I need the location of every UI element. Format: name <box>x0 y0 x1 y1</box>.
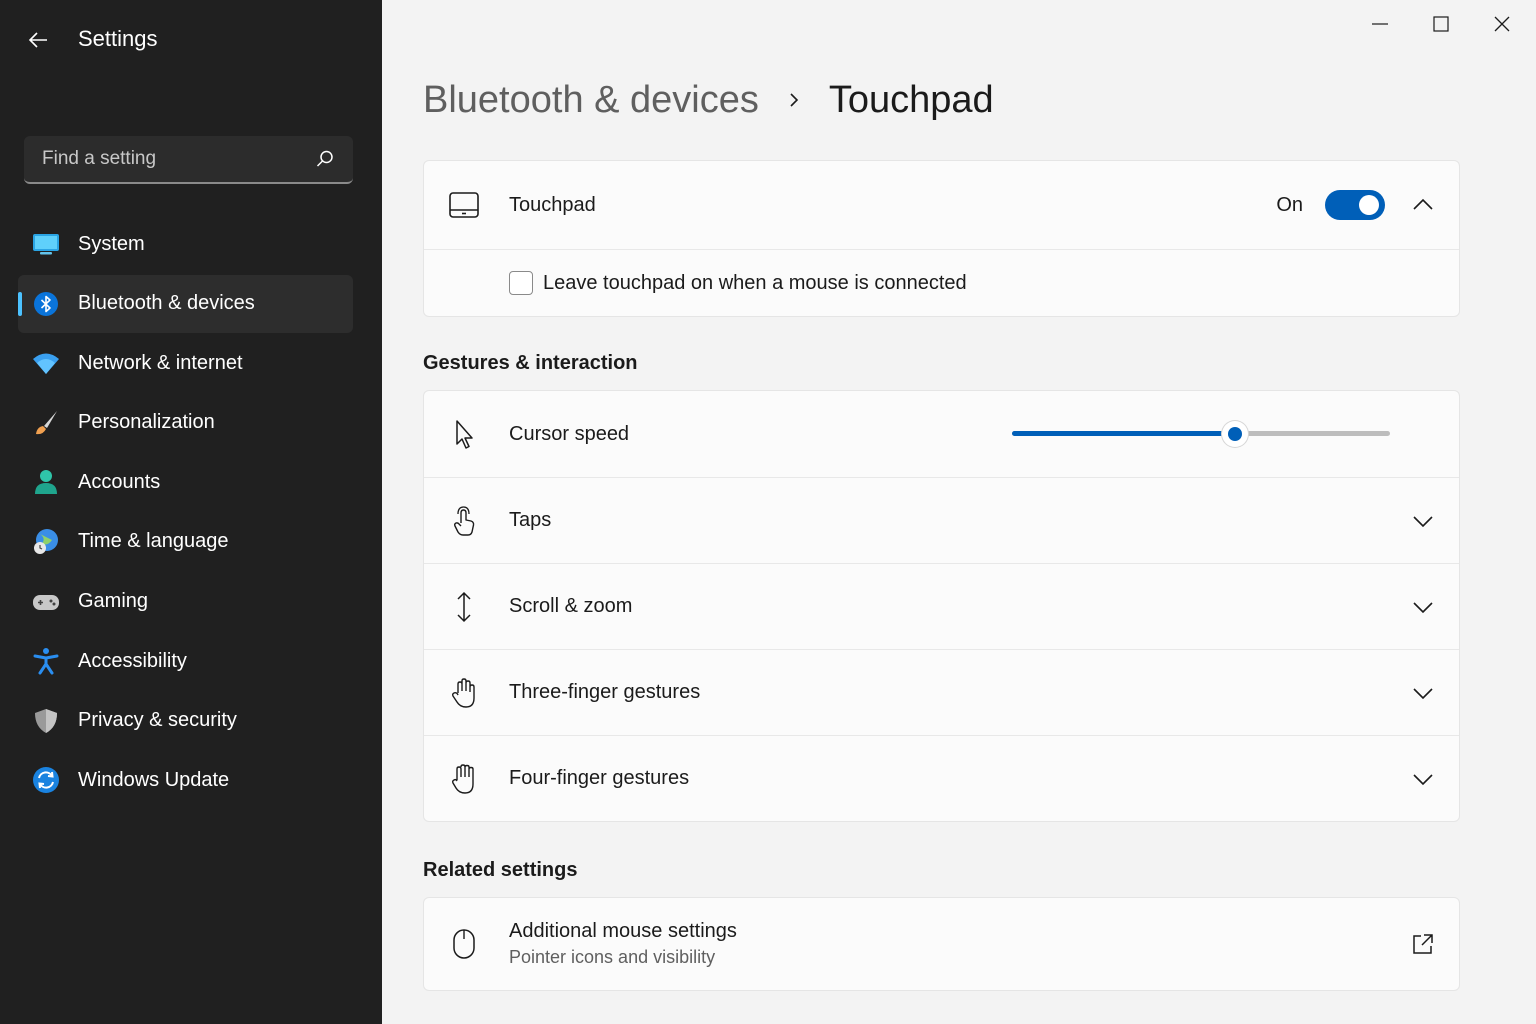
minimize-icon <box>1372 23 1388 25</box>
cursor-speed-label: Cursor speed <box>509 422 630 445</box>
chevron-down-icon[interactable] <box>1411 767 1435 791</box>
maximize-button[interactable] <box>1410 0 1472 48</box>
sidebar-item-label: Time & language <box>78 530 229 553</box>
touchpad-label: Touchpad <box>509 193 596 216</box>
sidebar-nav: System Bluetooth & devices Network & int… <box>18 215 353 811</box>
person-icon <box>35 470 57 495</box>
touchpad-row[interactable]: Touchpad On <box>424 161 1459 249</box>
sidebar-item-label: Accessibility <box>78 649 187 672</box>
wifi-icon <box>33 353 59 375</box>
back-arrow-icon <box>28 32 47 48</box>
brush-icon <box>36 410 57 434</box>
sidebar-item-label: System <box>78 232 145 255</box>
chevron-right-icon <box>790 93 799 107</box>
app-title: Settings <box>78 26 158 51</box>
cursor-speed-row: Cursor speed <box>424 391 1459 477</box>
sidebar-item-label: Windows Update <box>78 768 230 791</box>
chevron-up-icon[interactable] <box>1411 193 1435 217</box>
chevron-down-icon[interactable] <box>1411 509 1435 533</box>
accessibility-icon <box>33 648 59 675</box>
close-button[interactable] <box>1471 0 1533 48</box>
mouse-icon <box>448 928 480 960</box>
sidebar-item-bluetooth-devices[interactable]: Bluetooth & devices <box>18 274 353 333</box>
tap-icon <box>448 505 480 537</box>
leave-touchpad-on-row: Leave touchpad on when a mouse is connec… <box>424 249 1459 316</box>
sidebar-item-label: Personalization <box>78 411 215 434</box>
additional-mouse-settings-row[interactable]: Additional mouse settings Pointer icons … <box>424 898 1459 990</box>
breadcrumb-parent[interactable]: Bluetooth & devices <box>423 79 759 122</box>
globe-clock-icon <box>34 528 58 554</box>
touchpad-card: Touchpad On Leave touchpad on when a mou… <box>423 160 1460 317</box>
sidebar-item-label: Bluetooth & devices <box>78 292 255 315</box>
taps-label: Taps <box>509 509 552 531</box>
sidebar-item-system[interactable]: System <box>18 215 353 273</box>
sidebar-item-accessibility[interactable]: Accessibility <box>18 632 353 690</box>
bluetooth-icon <box>34 291 58 316</box>
sidebar-item-gaming[interactable]: Gaming <box>18 573 353 631</box>
additional-mouse-settings-text: Additional mouse settings Pointer icons … <box>509 920 737 968</box>
sidebar-item-privacy-security[interactable]: Privacy & security <box>18 692 353 750</box>
three-finger-gestures-row[interactable]: Three-finger gestures <box>424 649 1459 735</box>
sidebar-item-label: Gaming <box>78 590 149 613</box>
page-title: Touchpad <box>828 78 994 121</box>
three-finger-icon <box>448 677 480 709</box>
system-icon <box>33 234 59 255</box>
slider-thumb[interactable] <box>1222 421 1249 447</box>
additional-mouse-settings-label: Additional mouse settings <box>509 920 737 942</box>
gestures-heading: Gestures & interaction <box>423 352 638 374</box>
sidebar-item-label: Privacy & security <box>78 709 237 732</box>
scroll-zoom-label: Scroll & zoom <box>509 595 633 617</box>
shield-icon <box>35 708 57 733</box>
cursor-speed-slider[interactable] <box>1012 421 1390 447</box>
four-finger-gestures-label: Four-finger gestures <box>509 767 690 789</box>
four-finger-icon <box>448 763 480 795</box>
external-link-icon[interactable] <box>1411 932 1435 956</box>
maximize-icon <box>1433 16 1449 32</box>
related-settings-heading: Related settings <box>423 859 578 881</box>
three-finger-gestures-label: Three-finger gestures <box>509 681 701 703</box>
cursor-icon <box>448 418 480 450</box>
sidebar-item-windows-update[interactable]: Windows Update <box>18 751 353 809</box>
sidebar-item-network[interactable]: Network & internet <box>18 334 353 392</box>
toggle-knob <box>1359 195 1379 215</box>
leave-touchpad-on-label[interactable]: Leave touchpad on when a mouse is connec… <box>543 272 967 295</box>
breadcrumb: Bluetooth & devices Touchpad <box>423 76 994 124</box>
sidebar-item-label: Network & internet <box>78 351 243 374</box>
chevron-down-icon[interactable] <box>1411 681 1435 705</box>
update-icon <box>33 767 59 794</box>
minimize-button[interactable] <box>1349 0 1411 48</box>
sidebar: Settings System Bluetooth & devices <box>0 0 382 1024</box>
gestures-card: Cursor speed Taps Scroll & zoom Three-fi… <box>423 390 1460 822</box>
taps-row[interactable]: Taps <box>424 477 1459 563</box>
sidebar-item-label: Accounts <box>78 470 161 493</box>
search-icon[interactable] <box>315 149 335 169</box>
sidebar-item-personalization[interactable]: Personalization <box>18 394 353 452</box>
chevron-down-icon[interactable] <box>1411 595 1435 619</box>
related-settings-card: Additional mouse settings Pointer icons … <box>423 897 1460 991</box>
touchpad-toggle[interactable] <box>1325 190 1385 220</box>
close-icon <box>1494 16 1510 32</box>
gamepad-icon <box>33 594 59 610</box>
additional-mouse-settings-description: Pointer icons and visibility <box>509 947 716 967</box>
toggle-state-label: On <box>1276 193 1303 216</box>
scroll-icon <box>448 591 480 623</box>
touchpad-icon <box>448 189 480 221</box>
sidebar-item-time-language[interactable]: Time & language <box>18 513 353 571</box>
sidebar-item-accounts[interactable]: Accounts <box>18 453 353 511</box>
slider-fill <box>1012 431 1236 436</box>
search-input[interactable] <box>42 148 312 170</box>
search-box[interactable] <box>24 136 353 184</box>
leave-touchpad-on-checkbox[interactable] <box>509 271 533 295</box>
four-finger-gestures-row[interactable]: Four-finger gestures <box>424 735 1459 821</box>
scroll-zoom-row[interactable]: Scroll & zoom <box>424 563 1459 649</box>
back-button[interactable] <box>22 24 54 56</box>
